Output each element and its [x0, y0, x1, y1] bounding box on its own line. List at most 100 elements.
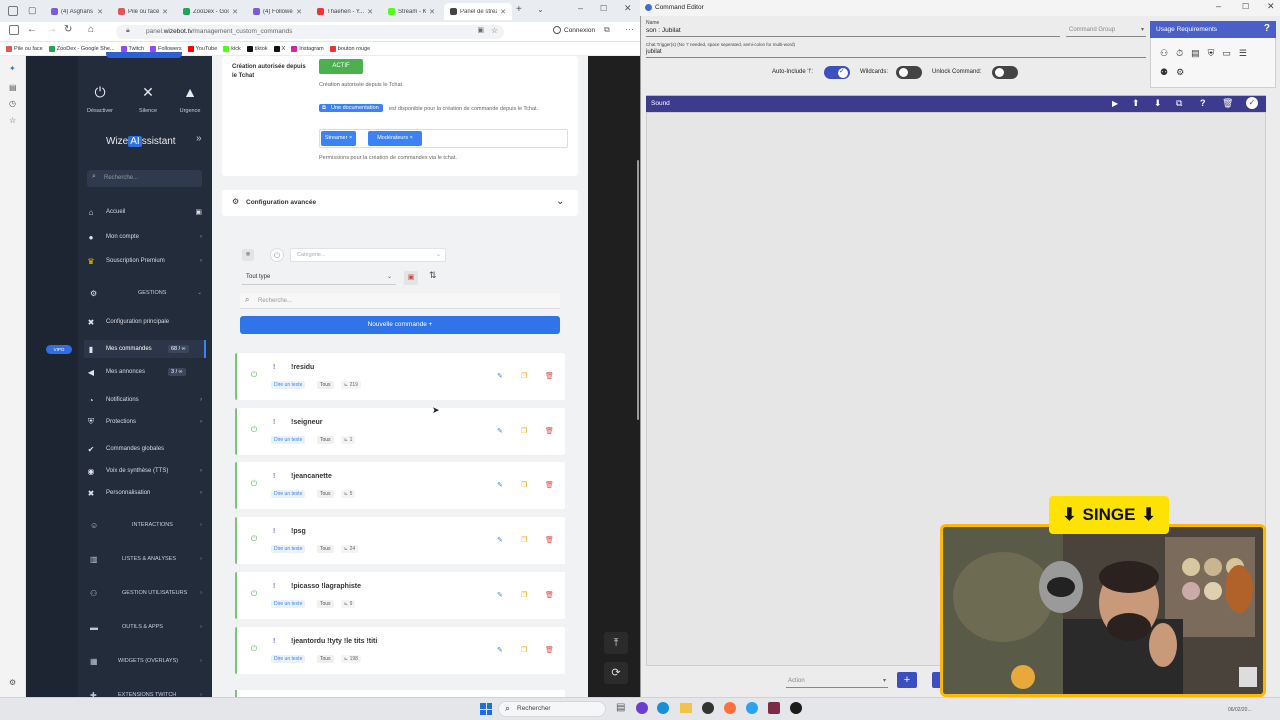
edit-icon[interactable]: ✎: [497, 372, 503, 380]
browser-tab[interactable]: Stream - Kic...✕: [382, 3, 441, 20]
workspaces-icon[interactable]: [8, 6, 18, 16]
sidebar-item-mes-annonces[interactable]: ◀ Mes annonces 3 / ∞: [84, 363, 206, 381]
gear-icon[interactable]: ⚙: [1176, 67, 1184, 78]
list-icon[interactable]: ☰: [1239, 48, 1247, 59]
actif-toggle[interactable]: ACTIF: [319, 59, 363, 74]
copilot-icon[interactable]: ✦: [9, 64, 16, 73]
quick-action-désactiver[interactable]: ⏻ Désactiver: [86, 84, 114, 114]
app-search-field[interactable]: ⌕ Recherche...: [87, 170, 202, 187]
timer-icon[interactable]: ⏱: [1176, 48, 1183, 59]
add-action-button[interactable]: +: [897, 672, 917, 688]
power-toggle-icon[interactable]: ⏻: [249, 479, 259, 489]
bookmark-item[interactable]: tiktok: [246, 45, 268, 52]
bookmark-item[interactable]: X: [273, 45, 285, 52]
currency-icon[interactable]: ▤: [1191, 48, 1200, 59]
save-filter-icon[interactable]: ▣: [404, 271, 418, 285]
copy-icon[interactable]: ❐: [521, 481, 527, 489]
browser-tab[interactable]: (4) Followers - T...✕: [247, 3, 308, 20]
scrollbar-thumb[interactable]: [637, 160, 639, 420]
tab-close-icon[interactable]: ✕: [500, 8, 506, 16]
tab-list-icon[interactable]: ⌄: [537, 5, 544, 14]
delete-icon[interactable]: 🗑︎: [1222, 98, 1233, 109]
sort-icon[interactable]: ⇅: [429, 270, 437, 281]
users-icon[interactable]: ⚉: [1160, 67, 1168, 78]
reload-icon[interactable]: ↻: [64, 24, 72, 35]
sidebar-item-notifications[interactable]: ◔ Notifications ›: [84, 391, 206, 409]
tab-close-icon[interactable]: ✕: [296, 8, 302, 16]
power-toggle-icon[interactable]: ⏻: [249, 589, 259, 599]
sidebar-toggle-icon[interactable]: [9, 25, 19, 35]
power-toggle-icon[interactable]: ⏻: [249, 370, 259, 380]
settings-icon[interactable]: ⚙: [9, 678, 16, 687]
bookmark-item[interactable]: bouton rouge: [329, 45, 370, 52]
minimize-icon[interactable]: –: [578, 3, 583, 13]
profile-connexion[interactable]: Connexion: [553, 26, 595, 34]
close-icon[interactable]: ✕: [1267, 1, 1275, 12]
tab-close-icon[interactable]: ✕: [429, 8, 435, 16]
advanced-config-header[interactable]: ⚙ Configuration avancée ⌄: [222, 190, 578, 216]
bookmark-item[interactable]: Instagram: [291, 45, 324, 52]
bookmark-item[interactable]: Twitch: [120, 45, 144, 52]
sidebar-item-mon-compte[interactable]: ● Mon compte ›: [84, 228, 206, 246]
type-select[interactable]: Tout type ⌄: [242, 271, 396, 285]
tab-close-icon[interactable]: ✕: [97, 8, 103, 16]
bookmark-item[interactable]: Pile ou face: [6, 45, 43, 52]
edit-icon[interactable]: ✎: [497, 481, 503, 489]
app-icon-2[interactable]: [746, 702, 758, 714]
auto-include-toggle[interactable]: ✓: [824, 66, 850, 79]
browser-tab[interactable]: Thaehen - Y... ✕: [311, 3, 379, 20]
copy-icon[interactable]: ❐: [521, 646, 527, 654]
favorite-star-icon[interactable]: ☆: [491, 26, 498, 35]
maximize-icon[interactable]: ☐: [600, 4, 607, 13]
edit-icon[interactable]: ✎: [497, 591, 503, 599]
copy-icon[interactable]: ❐: [521, 427, 527, 435]
tab-close-icon[interactable]: ✕: [232, 8, 238, 16]
sidebar-item-protections[interactable]: ⛨ Protections ›: [84, 413, 206, 431]
refresh-button[interactable]: ⟳: [604, 662, 628, 684]
bookmark-item[interactable]: kick: [223, 45, 241, 52]
tab-actions-icon[interactable]: ▢: [28, 5, 37, 16]
collapse-chevron-icon[interactable]: »: [196, 133, 202, 144]
tab-close-icon[interactable]: ✕: [367, 8, 373, 16]
edit-icon[interactable]: ✎: [497, 427, 503, 435]
edge-icon[interactable]: [657, 702, 669, 714]
bookmark-item[interactable]: ZooDex - Google She...: [48, 45, 115, 52]
duplicate-icon[interactable]: ⧉: [1176, 98, 1182, 109]
quick-action-urgence[interactable]: ▲ Urgence: [176, 84, 204, 114]
app-icon-3[interactable]: [768, 702, 780, 714]
select-all-checkbox[interactable]: ■: [242, 249, 254, 261]
menu-section-interactions[interactable]: ☺ INTERACTIONS ›: [84, 518, 206, 532]
category-select[interactable]: Catégorie... ⌄: [290, 248, 446, 262]
url-field[interactable]: 🔒︎ panel.wizebot.tv/management_custom_co…: [116, 25, 504, 39]
sidebar-item-configuration-principale[interactable]: ✖ Configuration principale: [84, 313, 206, 331]
sidebar-item-voix-de-synth-se-tts-[interactable]: ◉ Voix de synthèse (TTS) ›: [84, 462, 206, 480]
menu-section-widgets-overlays-[interactable]: ▦ WIDGETS (OVERLAYS) ›: [84, 654, 206, 668]
action-select[interactable]: Action ▾: [786, 676, 888, 688]
minimize-icon[interactable]: –: [1216, 1, 1221, 11]
back-icon[interactable]: ←: [27, 24, 37, 35]
start-icon[interactable]: [480, 703, 492, 715]
home-icon[interactable]: ⌂: [88, 24, 94, 35]
favorites-icon[interactable]: ☆: [9, 116, 16, 125]
trash-icon[interactable]: 🗑︎: [545, 646, 554, 654]
trash-icon[interactable]: 🗑︎: [545, 372, 554, 380]
power-toggle-icon[interactable]: ⏻: [249, 425, 259, 435]
sidebar-item-commandes-globales[interactable]: ✔ Commandes globales: [84, 440, 206, 458]
collections-icon[interactable]: ▤: [9, 83, 17, 92]
copy-icon[interactable]: ❐: [521, 591, 527, 599]
obs-icon[interactable]: [702, 702, 714, 714]
extensions-icon[interactable]: ⧉: [604, 25, 610, 35]
sidebar-item-accueil[interactable]: ⌂ Accueil ▣: [84, 203, 206, 221]
quick-action-silence[interactable]: ✕ Silence: [134, 84, 162, 114]
copy-icon[interactable]: ❐: [521, 372, 527, 380]
shield-icon[interactable]: ⛨: [1208, 48, 1215, 59]
menu-section-listes-analyses[interactable]: ▥ LISTES & ANALYSES ›: [84, 552, 206, 566]
trash-icon[interactable]: 🗑︎: [545, 591, 554, 599]
grid-icon[interactable]: ▣: [195, 208, 202, 216]
sidebar-item-personnalisation[interactable]: ✖ Personnalisation ›: [84, 484, 206, 502]
forward-icon[interactable]: →: [47, 24, 57, 35]
new-command-button[interactable]: Nouvelle commande +: [240, 316, 560, 334]
menu-section-outils-apps[interactable]: ▬ OUTILS & APPS ›: [84, 620, 206, 634]
help-icon[interactable]: ?: [1264, 23, 1270, 34]
edit-icon[interactable]: ✎: [497, 536, 503, 544]
